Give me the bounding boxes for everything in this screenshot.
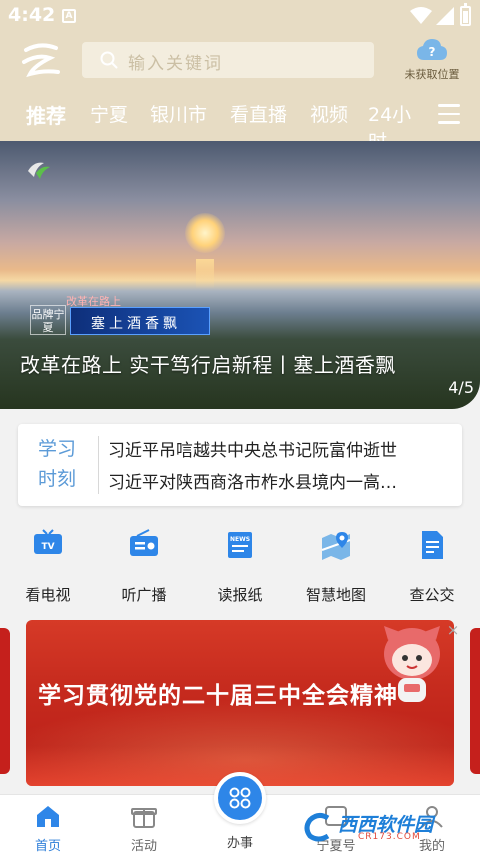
nav-home[interactable]: 首页: [8, 803, 88, 854]
app-logo[interactable]: [20, 40, 62, 80]
newspaper-icon: NEWS: [228, 532, 252, 558]
tab-yinchuan[interactable]: 银川市: [150, 100, 207, 127]
service-map[interactable]: 智慧地图: [296, 520, 376, 605]
service-radio[interactable]: 听广播: [104, 520, 184, 605]
banner-overlay-title: 塞上酒香飘: [91, 316, 181, 332]
notification-badge-icon: A: [62, 9, 76, 23]
search-placeholder: 输入关键词: [128, 54, 223, 74]
tab-recommend[interactable]: 推荐: [26, 100, 66, 129]
service-tv[interactable]: TV 看电视: [8, 520, 88, 605]
banner-overlay-title-box: 塞上酒香飘: [70, 307, 210, 335]
banner-caption: 改革在路上 实干笃行启新程丨塞上酒香飘: [20, 353, 396, 377]
divider: [98, 436, 99, 494]
app-header: 4:42 A 输入关键词 ? 未获取位置 推荐 宁夏 银川市 看直播 视频 24…: [0, 0, 480, 153]
close-icon[interactable]: ×: [445, 622, 461, 638]
tv-icon: TV: [34, 529, 62, 554]
signal-icon: [436, 7, 454, 25]
study-headline[interactable]: 习近平吊唁越共中央总书记阮富仲逝世: [108, 436, 454, 461]
weather-location-text: 未获取位置: [404, 68, 460, 81]
hero-banner[interactable]: 改革在路上 品牌宁夏 塞上酒香飘 改革在路上 实干笃行启新程丨塞上酒香飘 4/5: [0, 141, 480, 409]
wifi-icon: [410, 7, 432, 24]
bus-doc-icon: [422, 531, 443, 559]
study-time-card[interactable]: 学习 时刻 习近平吊唁越共中央总书记阮富仲逝世 习近平对陕西商洛市柞水县境内一高…: [18, 424, 462, 506]
tab-video[interactable]: 视频: [310, 100, 348, 127]
channel-tabs: 推荐 宁夏 银川市 看直播 视频 24小时: [0, 96, 430, 153]
nav-services-label: 办事: [226, 836, 253, 851]
home-icon: [37, 806, 59, 827]
service-newspaper[interactable]: NEWS 读报纸: [200, 520, 280, 605]
map-icon: [321, 532, 351, 560]
services-center-button[interactable]: [214, 772, 266, 824]
radio-icon: [130, 529, 158, 556]
search-bar[interactable]: 输入关键词: [82, 42, 374, 78]
status-time: 4:42: [8, 4, 56, 26]
svg-text:?: ?: [429, 45, 436, 59]
tab-live[interactable]: 看直播: [230, 100, 287, 127]
status-bar: 4:42 A: [0, 0, 480, 32]
promo-prev-peek[interactable]: [0, 628, 10, 774]
promo-text: 学习贯彻党的二十届三中全会精神: [38, 683, 398, 709]
banner-sun: [185, 213, 225, 253]
watermark-sub: CR173.COM: [358, 832, 421, 842]
study-headline[interactable]: 习近平对陕西商洛市柞水县境内一高…: [108, 468, 454, 493]
service-bus[interactable]: 查公交: [392, 520, 472, 605]
mascot-icon[interactable]: [376, 618, 448, 708]
watermark: 西西软件园 CR173.COM: [302, 808, 468, 848]
promo-next-peek[interactable]: [470, 628, 480, 774]
cloud-question-icon: ?: [417, 39, 447, 60]
channel-logo-icon: [28, 162, 50, 179]
service-grid: TV 看电视 听广播 NEWS 读报纸 智慧地图 查公交: [0, 520, 480, 612]
battery-icon: [460, 3, 471, 26]
search-icon: [100, 51, 118, 69]
brand-mark: 品牌宁夏: [30, 305, 66, 335]
menu-icon[interactable]: [438, 104, 460, 124]
study-label: 学习 时刻: [38, 438, 77, 490]
gift-icon: [131, 808, 157, 828]
grid-icon: [229, 787, 251, 809]
svg-text:TV: TV: [41, 542, 54, 552]
tab-ningxia[interactable]: 宁夏: [90, 100, 128, 127]
watermark-logo-icon: [304, 812, 330, 842]
banner-page-indicator: 4/5: [448, 378, 474, 397]
nav-activity[interactable]: 活动: [104, 803, 184, 854]
svg-text:NEWS: NEWS: [230, 536, 250, 543]
weather-location[interactable]: ? 未获取位置: [392, 36, 472, 82]
